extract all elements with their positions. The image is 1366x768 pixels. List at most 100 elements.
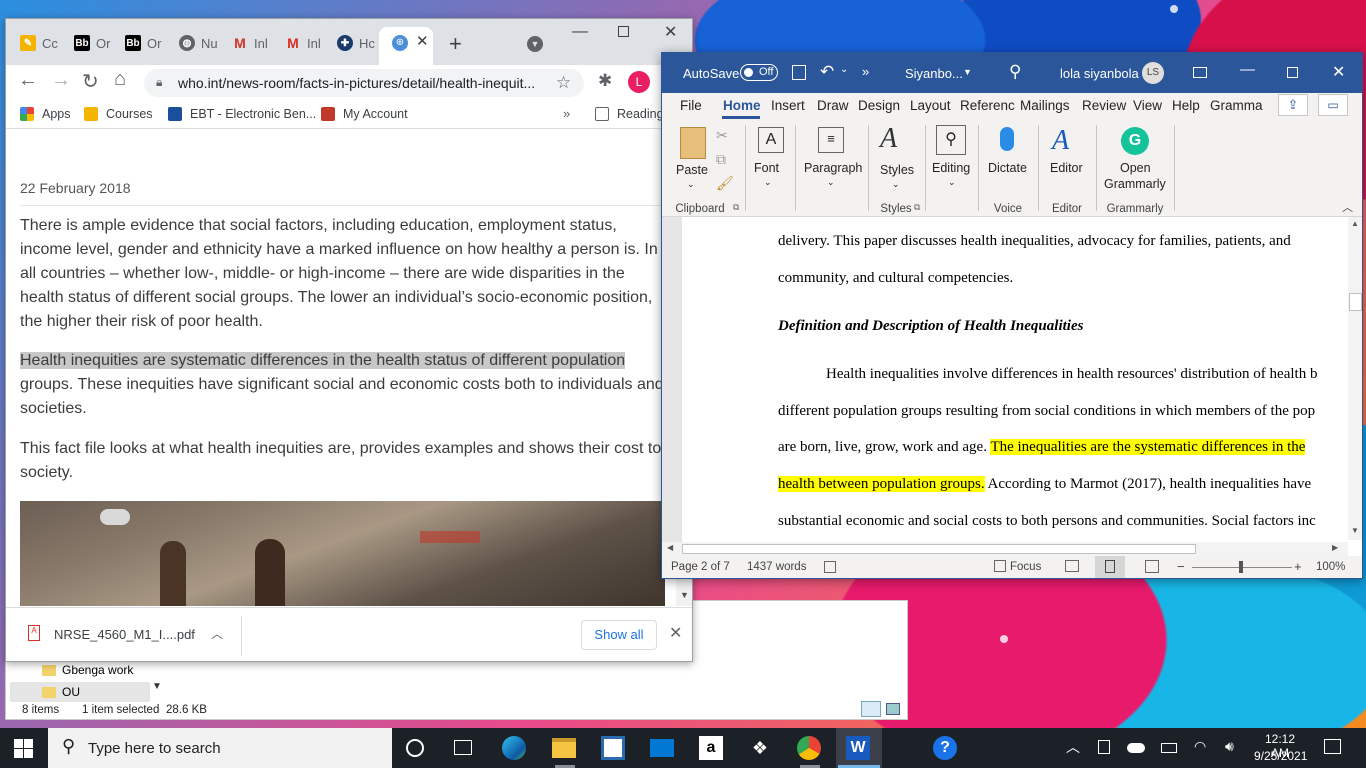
scroll-up-icon[interactable]: ▲ [1351,219,1359,228]
address-bar[interactable]: 🔒︎ who.int/news-room/facts-in-pictures/d… [144,69,584,97]
chevron-up-icon[interactable]: ︿ [211,625,223,642]
tab-search-icon[interactable]: ▼ [527,36,543,52]
thumbnail-view-icon[interactable] [886,703,900,715]
explorer-item-gbenga[interactable]: Gbenga work [42,663,133,677]
collapse-ribbon-icon[interactable]: ︿ [1342,199,1353,215]
format-painter-icon[interactable]: 🖌︎ [716,175,734,192]
clock-date[interactable]: 9/25/2021 [1254,749,1307,763]
styles-group[interactable]: A Styles ⌄ Styles ⧉ [874,119,920,217]
more-bookmarks-icon[interactable]: » [563,106,570,121]
scroll-left-icon[interactable]: ◀ [667,543,673,552]
reading-list[interactable]: Reading [595,107,664,121]
tab-4[interactable]: ◍ Nu [179,29,218,57]
amazon-icon[interactable]: a [699,736,723,760]
proofing-icon[interactable] [824,561,836,573]
edge-icon[interactable] [502,736,526,760]
tab-active[interactable]: ⊕ ✕ [379,27,433,65]
notifications-icon[interactable] [1324,739,1341,754]
tab-2[interactable]: Bb Or [74,29,110,57]
forward-icon[interactable]: → [51,69,71,92]
document-horizontal-scrollbar[interactable]: ◀ ▶ [662,542,1348,556]
tab-home[interactable]: Home [723,98,761,113]
close-tab-icon[interactable]: ✕ [416,32,429,50]
more-commands-icon[interactable]: » [862,64,869,79]
cut-icon[interactable]: ✂ [716,127,728,144]
download-filename[interactable]: NRSE_4560_M1_I....pdf [54,627,195,642]
details-view-icon[interactable] [861,701,881,717]
chrome-icon[interactable] [797,736,821,760]
tab-grammarly[interactable]: Gramma [1210,98,1263,113]
minimize-button[interactable]: — [572,23,588,41]
editor-button[interactable]: Editor [1050,161,1083,175]
ribbon-display-icon[interactable] [1193,67,1207,78]
word-count[interactable]: 1437 words [747,561,806,573]
file-explorer-icon[interactable] [552,738,576,758]
tab-file[interactable]: File [680,98,702,113]
tab-layout[interactable]: Layout [910,98,951,113]
zoom-slider-thumb[interactable] [1239,561,1243,573]
tab-1[interactable]: ✎ Cc [20,29,58,57]
doc-name-dropdown-icon[interactable]: ▼ [963,67,972,77]
meet-now-icon[interactable] [1098,740,1110,754]
paste-dropdown-icon[interactable]: ⌄ [687,179,695,190]
zoom-level[interactable]: 100% [1316,561,1345,573]
paste-icon[interactable] [680,127,706,159]
dictate-button[interactable]: Dictate [988,161,1027,175]
bookmark-ebt[interactable]: EBT - Electronic Ben... [168,107,316,121]
dialog-launcher-icon[interactable]: ⧉ [914,202,920,213]
dropbox-icon[interactable]: ❖ [748,736,772,760]
print-layout-icon[interactable] [1105,560,1115,573]
minimize-button[interactable]: — [1240,61,1255,78]
share-icon[interactable]: ⇪ [1278,94,1308,116]
tab-mailings[interactable]: Mailings [1020,98,1070,113]
explorer-item-ou[interactable]: OU [42,685,80,699]
tab-6[interactable]: M Inl [285,29,321,57]
tab-insert[interactable]: Insert [771,98,805,113]
paragraph-group[interactable]: ≡ Paragraph ⌄ [800,119,862,217]
back-icon[interactable]: ← [18,69,38,92]
bookmark-apps[interactable]: Apps [20,107,71,121]
bookmark-star-icon[interactable]: ☆ [556,73,571,93]
mail-icon[interactable] [650,739,674,757]
close-download-bar-icon[interactable]: ✕ [669,623,682,643]
cortana-icon[interactable] [406,739,424,757]
tab-draw[interactable]: Draw [817,98,849,113]
zoom-out-icon[interactable]: − [1177,559,1185,574]
reload-icon[interactable]: ↻ [82,69,99,94]
maximize-button[interactable] [1287,67,1298,78]
open-grammarly-button[interactable]: Open [1120,161,1151,175]
undo-icon[interactable]: ↶ [820,62,834,82]
task-view-icon[interactable] [454,740,472,755]
scroll-thumb[interactable] [682,544,1196,554]
tab-help[interactable]: Help [1172,98,1200,113]
microphone-icon[interactable] [1000,127,1014,151]
volume-icon[interactable]: 🔊︎ [1225,738,1234,755]
font-group[interactable]: A Font ⌄ [750,119,788,217]
home-icon[interactable]: ⌂ [114,68,126,91]
save-icon[interactable] [792,65,806,80]
document-page[interactable]: delivery. This paper discusses health in… [682,217,1348,542]
extensions-icon[interactable]: ✱ [598,71,612,91]
tab-7[interactable]: ✚ Hc [337,29,375,57]
tab-5[interactable]: M Inl [232,29,268,57]
copy-icon[interactable]: ⧉ [716,151,726,168]
taskbar-search[interactable]: ⚲ Type here to search [48,728,392,768]
maximize-button[interactable] [618,26,629,37]
editor-icon[interactable]: A [1052,125,1069,157]
word-icon[interactable]: W [846,736,870,760]
document-name[interactable]: Siyanbo... [905,66,963,81]
new-tab-button[interactable]: + [449,31,462,57]
bookmark-courses[interactable]: Courses [84,107,153,121]
tab-3[interactable]: Bb Or [125,29,161,57]
tab-references[interactable]: Referenc [960,98,1015,113]
grammarly-icon[interactable]: G [1121,127,1149,155]
store-icon[interactable] [601,736,625,760]
focus-button[interactable]: Focus [1010,561,1041,573]
document-vertical-scrollbar[interactable]: ▲ ▼ [1348,217,1362,540]
windows-start-icon[interactable] [14,739,33,758]
scroll-right-icon[interactable]: ▶ [1332,543,1338,552]
bookmark-my-account[interactable]: My Account [321,107,408,121]
zoom-in-icon[interactable]: + [1294,559,1302,574]
close-window-button[interactable]: ✕ [664,22,677,42]
show-all-button[interactable]: Show all [581,620,657,650]
